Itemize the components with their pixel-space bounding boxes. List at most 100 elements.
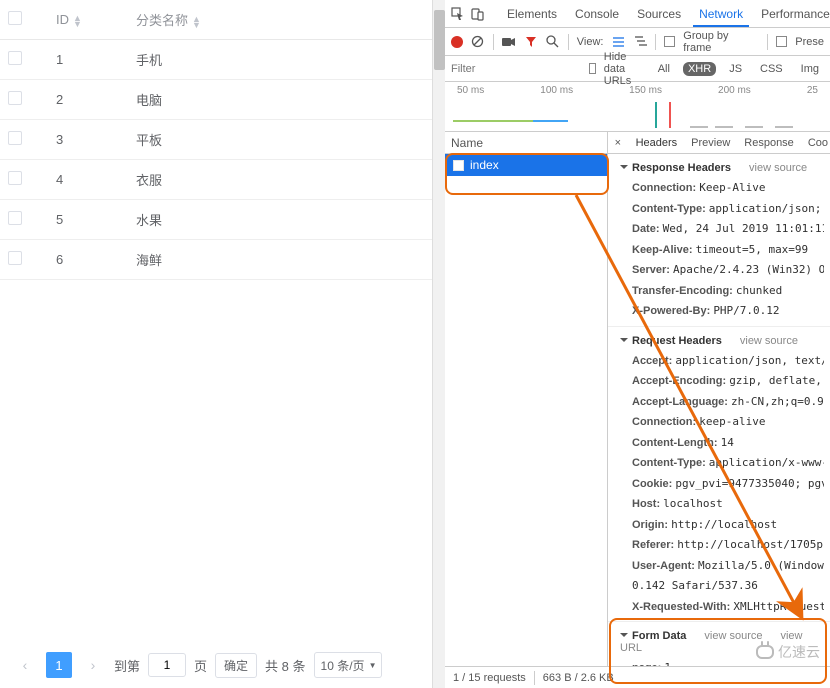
table-row[interactable]: 3 平板 — [0, 120, 444, 160]
group-by-frame-checkbox[interactable] — [664, 36, 675, 47]
filter-row: Hide data URLs All XHR JS CSS Img — [445, 56, 830, 82]
view-source-link[interactable]: view source — [740, 335, 798, 347]
header-row: Connection: keep-alive — [620, 412, 824, 433]
filter-xhr[interactable]: XHR — [683, 62, 716, 76]
view-label: View: — [577, 36, 604, 48]
filter-img[interactable]: Img — [796, 62, 824, 76]
tab-performance[interactable]: Performance — [755, 1, 830, 27]
tab-sources[interactable]: Sources — [631, 1, 687, 27]
next-page-button[interactable]: › — [80, 652, 106, 678]
header-row: Keep-Alive: timeout=5, max=99 — [620, 240, 824, 261]
collapse-icon[interactable] — [620, 633, 628, 637]
collapse-icon[interactable] — [620, 165, 628, 169]
filter-input[interactable] — [451, 63, 581, 75]
header-row: Content-Type: application/x-www-for — [620, 453, 824, 474]
request-headers-section: Request Headersview source Accept: appli… — [608, 327, 830, 623]
header-row: Content-Type: application/json; cha — [620, 199, 824, 220]
cell-name: 海鲜 — [128, 240, 444, 280]
response-headers-section: Response Headersview source Connection: … — [608, 154, 830, 327]
row-checkbox[interactable] — [8, 91, 22, 105]
row-checkbox[interactable] — [8, 171, 22, 185]
table-row[interactable]: 4 衣服 — [0, 160, 444, 200]
view-source-link[interactable]: view source — [704, 630, 762, 642]
header-row: Transfer-Encoding: chunked — [620, 281, 824, 302]
header-row: Referer: http://localhost/1705phpAM — [620, 535, 824, 556]
header-row: Content-Length: 14 — [620, 433, 824, 454]
col-id[interactable]: ID▲▼ — [48, 0, 128, 40]
inspect-icon[interactable] — [451, 6, 465, 22]
table-row[interactable]: 2 电脑 — [0, 80, 444, 120]
tab-headers[interactable]: Headers — [634, 137, 680, 149]
header-row: Date: Wed, 24 Jul 2019 11:01:11 GM — [620, 219, 824, 240]
header-row: 0.142 Safari/537.36 — [620, 576, 824, 597]
tick-50: 50 ms — [457, 85, 484, 96]
preserve-label: Prese — [795, 36, 824, 48]
view-list-icon[interactable] — [611, 35, 625, 49]
preserve-log-checkbox[interactable] — [776, 36, 787, 47]
scrollbar[interactable] — [432, 0, 445, 688]
filter-icon[interactable] — [524, 35, 538, 49]
row-checkbox[interactable] — [8, 131, 22, 145]
device-toggle-icon[interactable] — [471, 6, 485, 22]
name-column-header[interactable]: Name — [445, 132, 607, 154]
select-all-checkbox[interactable] — [8, 11, 22, 25]
group-by-frame-label: Group by frame — [683, 30, 759, 54]
filter-css[interactable]: CSS — [755, 62, 788, 76]
close-details-button[interactable]: × — [612, 137, 624, 149]
goto-confirm-button[interactable]: 确定 — [215, 653, 257, 678]
cell-id: 1 — [48, 40, 128, 80]
page-size-select[interactable]: 10 条/页 — [314, 652, 382, 678]
tick-200: 200 ms — [718, 85, 751, 96]
table-row[interactable]: 5 水果 — [0, 200, 444, 240]
row-checkbox[interactable] — [8, 51, 22, 65]
devtools-panel: Elements Console Sources Network Perform… — [445, 0, 830, 688]
view-frame-icon[interactable] — [633, 35, 647, 49]
status-transferred: 663 B / 2.6 KB — [543, 672, 614, 684]
col-name[interactable]: 分类名称▲▼ — [128, 0, 444, 40]
view-source-link[interactable]: view source — [749, 162, 807, 174]
camera-icon[interactable] — [502, 35, 516, 49]
request-row-index[interactable]: index — [445, 154, 607, 176]
cell-id: 4 — [48, 160, 128, 200]
detail-tabs: × Headers Preview Response Coo — [608, 132, 830, 154]
file-icon — [453, 160, 464, 171]
tick-250: 25 — [807, 85, 818, 96]
tab-preview[interactable]: Preview — [689, 137, 732, 149]
request-name: index — [470, 154, 499, 176]
sort-icon[interactable]: ▲▼ — [73, 15, 82, 27]
table-row[interactable]: 6 海鲜 — [0, 240, 444, 280]
goto-unit: 页 — [194, 656, 207, 675]
tick-150: 150 ms — [629, 85, 662, 96]
hide-data-urls-checkbox[interactable] — [589, 63, 596, 74]
header-row: Cookie: pgv_pvi=9477335040; pgv_si — [620, 474, 824, 495]
tab-cookies[interactable]: Coo — [806, 137, 830, 149]
cell-name: 衣服 — [128, 160, 444, 200]
col-checkbox — [0, 0, 48, 40]
search-icon[interactable] — [546, 35, 560, 49]
header-row: X-Powered-By: PHP/7.0.12 — [620, 301, 824, 322]
clear-icon[interactable] — [471, 35, 485, 49]
sort-icon[interactable]: ▲▼ — [192, 16, 201, 28]
row-checkbox[interactable] — [8, 251, 22, 265]
row-checkbox[interactable] — [8, 211, 22, 225]
table-row[interactable]: 1 手机 — [0, 40, 444, 80]
header-row: Accept: application/json, text/jav — [620, 351, 824, 372]
collapse-icon[interactable] — [620, 338, 628, 342]
filter-js[interactable]: JS — [724, 62, 747, 76]
tab-elements[interactable]: Elements — [501, 1, 563, 27]
goto-page-input[interactable] — [148, 653, 186, 677]
header-row: Origin: http://localhost — [620, 515, 824, 536]
cell-name: 水果 — [128, 200, 444, 240]
category-table: ID▲▼ 分类名称▲▼ 1 手机 2 电脑 3 平板 4 衣服 5 水果 6 海… — [0, 0, 444, 280]
record-icon[interactable] — [451, 36, 463, 48]
prev-page-button[interactable]: ‹ — [12, 652, 38, 678]
header-row: Accept-Encoding: gzip, deflate, br — [620, 371, 824, 392]
tab-network[interactable]: Network — [693, 1, 749, 27]
tab-response[interactable]: Response — [742, 137, 796, 149]
cell-id: 2 — [48, 80, 128, 120]
filter-all[interactable]: All — [653, 62, 675, 76]
status-requests: 1 / 15 requests — [453, 672, 526, 684]
timeline[interactable]: 50 ms 100 ms 150 ms 200 ms 25 — [445, 82, 830, 132]
tab-console[interactable]: Console — [569, 1, 625, 27]
page-number-1[interactable]: 1 — [46, 652, 72, 678]
